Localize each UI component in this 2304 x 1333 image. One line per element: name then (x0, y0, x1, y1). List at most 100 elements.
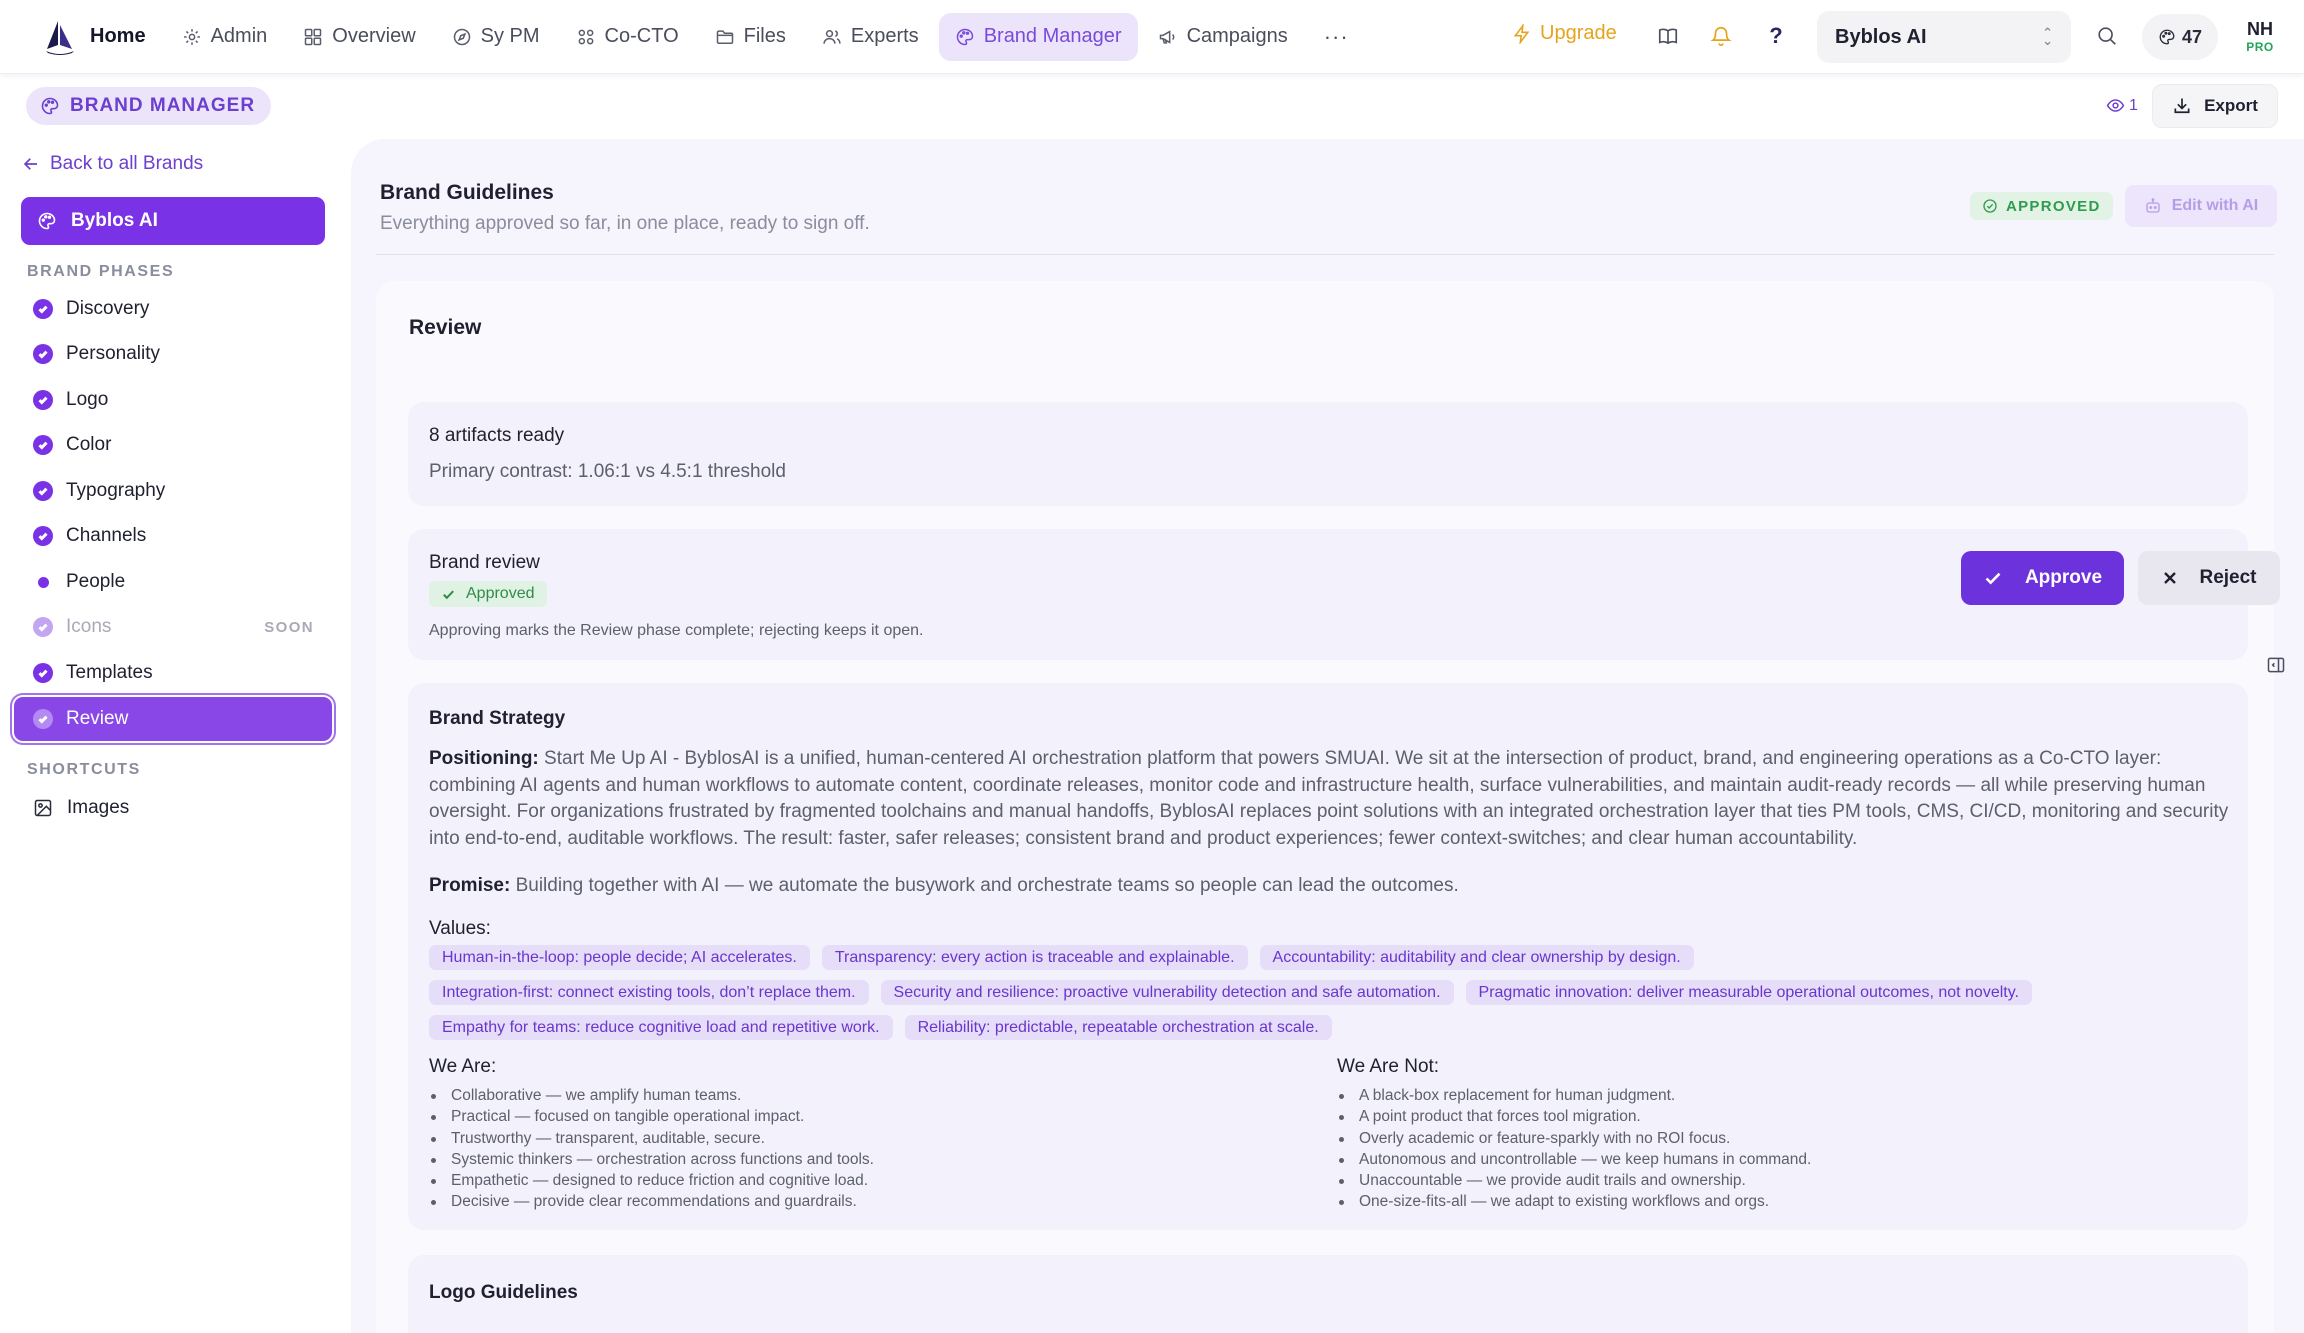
check-circle-icon (33, 435, 53, 455)
list-item: One-size-fits-all — we adapt to existing… (1337, 1191, 1811, 1212)
plan-badge: PRO (2246, 40, 2274, 54)
phase-people[interactable]: People (14, 560, 332, 604)
phase-label: Discovery (66, 298, 150, 319)
more-menu-button[interactable]: ··· (1308, 13, 1365, 61)
nav-admin-label: Admin (210, 25, 268, 47)
soon-badge: SOON (264, 618, 314, 636)
value-chip: Reliability: predictable, repeatable orc… (904, 1015, 1332, 1040)
shortcuts-heading: SHORTCUTS (27, 761, 141, 778)
value-chip: Transparency: every action is traceable … (821, 945, 1248, 970)
check-icon (443, 590, 454, 599)
list-item: Unaccountable — we provide audit trails … (1337, 1170, 1811, 1191)
nav-co-cto-label: Co-CTO (604, 25, 679, 47)
upgrade-button[interactable]: Upgrade (1512, 22, 1617, 45)
phase-label: Typography (66, 480, 166, 501)
organization-select-value: Byblos AI (1835, 25, 1927, 48)
nav-campaigns[interactable]: Campaigns (1142, 13, 1304, 61)
notifications-button[interactable] (1707, 22, 1735, 50)
back-to-brands-label: Back to all Brands (50, 153, 204, 174)
book-icon (1658, 28, 1678, 45)
phase-label: Personality (66, 343, 160, 364)
shortcut-label: Images (67, 797, 130, 818)
users-icon (823, 29, 841, 44)
nav-admin[interactable]: Admin (166, 13, 284, 61)
phase-label: Channels (66, 525, 147, 546)
page-subtitle: Everything approved so far, in one place… (380, 213, 870, 234)
nav-sy-pm[interactable]: Sy PM (436, 13, 556, 61)
value-chip: Accountability: auditability and clear o… (1259, 945, 1694, 970)
search-button[interactable] (2093, 22, 2121, 50)
lightning-icon (1513, 23, 1530, 44)
docs-button[interactable] (1654, 22, 1682, 50)
brand-strategy-title: Brand Strategy (429, 708, 566, 729)
palette-icon (41, 97, 59, 115)
user-avatar[interactable]: NH PRO (2238, 18, 2282, 54)
phase-personality[interactable]: Personality (14, 332, 332, 376)
phase-label: Templates (66, 662, 153, 683)
positioning-text: Start Me Up AI - ByblosAI is a unified, … (429, 748, 2229, 849)
promise-label: Promise: (429, 875, 511, 896)
logo-guidelines-title: Logo Guidelines (429, 1282, 578, 1303)
credits-counter[interactable]: 47 (2142, 14, 2218, 60)
phase-label: Logo (66, 389, 109, 410)
phase-label: Review (66, 708, 129, 729)
main-panel: Brand Guidelines Everything approved so … (351, 139, 2304, 1333)
brand-strategy-section: Brand Strategy Positioning: Start Me Up … (408, 683, 2248, 1230)
phase-icons: Icons SOON (14, 605, 332, 649)
edit-with-ai-button[interactable]: Edit with AI (2125, 185, 2277, 227)
chevron-up-down-icon: ⌃ ⌄ (2042, 25, 2053, 48)
nav-brand-manager[interactable]: Brand Manager (938, 12, 1138, 61)
approve-label: Approve (2024, 567, 2103, 588)
robot-icon (2146, 198, 2160, 213)
nav-overview-label: Overview (332, 25, 416, 47)
sail-logo-icon[interactable] (44, 19, 76, 55)
megaphone-icon (1159, 29, 1175, 44)
list-item: Systemic thinkers — orchestration across… (429, 1149, 874, 1170)
review-heading: Review (409, 316, 482, 339)
phase-color[interactable]: Color (14, 423, 332, 467)
nav-co-cto[interactable]: Co-CTO (560, 13, 695, 61)
back-to-brands-link[interactable]: Back to all Brands (22, 153, 203, 175)
phase-review[interactable]: Review (14, 697, 332, 741)
check-circle-icon (33, 526, 53, 546)
value-chip: Empathy for teams: reduce cognitive load… (429, 1015, 893, 1040)
nav-brand-manager-label: Brand Manager (983, 25, 1122, 47)
nodes-icon (578, 29, 593, 44)
phase-templates[interactable]: Templates (14, 651, 332, 695)
check-circle-icon (33, 390, 53, 410)
selected-brand-button[interactable]: Byblos AI (21, 197, 325, 245)
nav-home[interactable]: Home (90, 13, 162, 61)
approve-button[interactable]: Approve (1961, 551, 2124, 605)
viewers-count[interactable]: 1 (2106, 96, 2138, 115)
brand-review-note: Approving marks the Review phase complet… (429, 622, 924, 639)
nav-experts[interactable]: Experts (806, 13, 935, 61)
folder-icon (716, 29, 733, 44)
nav-files[interactable]: Files (699, 13, 802, 61)
phase-channels[interactable]: Channels (14, 514, 332, 558)
value-chip: Integration-first: connect existing tool… (429, 980, 869, 1005)
check-circle-icon (1983, 199, 1997, 213)
phase-label: Icons (66, 616, 112, 637)
status-badge: APPROVED (1970, 192, 2113, 220)
viewers-count-value: 1 (2129, 96, 2138, 114)
reject-button[interactable]: Reject (2138, 551, 2280, 605)
positioning-statement: Positioning: Start Me Up AI - ByblosAI i… (429, 746, 2229, 852)
palette-icon (2159, 29, 2175, 45)
help-button[interactable]: ? (1762, 22, 1790, 50)
phase-discovery[interactable]: Discovery (14, 287, 332, 331)
approved-status-label: Approved (466, 585, 535, 602)
phase-typography[interactable]: Typography (14, 469, 332, 513)
phase-label: Color (66, 434, 112, 455)
nav-overview[interactable]: Overview (287, 13, 431, 61)
shortcut-images[interactable]: Images (14, 786, 332, 830)
organization-select[interactable]: Byblos AI ⌃ ⌄ (1817, 11, 2071, 63)
close-icon (2164, 572, 2177, 584)
panel-toggle-button[interactable] (2266, 655, 2288, 677)
page-title: Brand Guidelines (380, 181, 554, 204)
export-button[interactable]: Export (2152, 84, 2278, 128)
brand-review-title: Brand review (429, 552, 540, 573)
phase-logo[interactable]: Logo (14, 378, 332, 422)
nav-campaigns-label: Campaigns (1186, 25, 1288, 47)
check-circle-icon (33, 617, 53, 637)
approved-status-pill: Approved (429, 581, 547, 607)
